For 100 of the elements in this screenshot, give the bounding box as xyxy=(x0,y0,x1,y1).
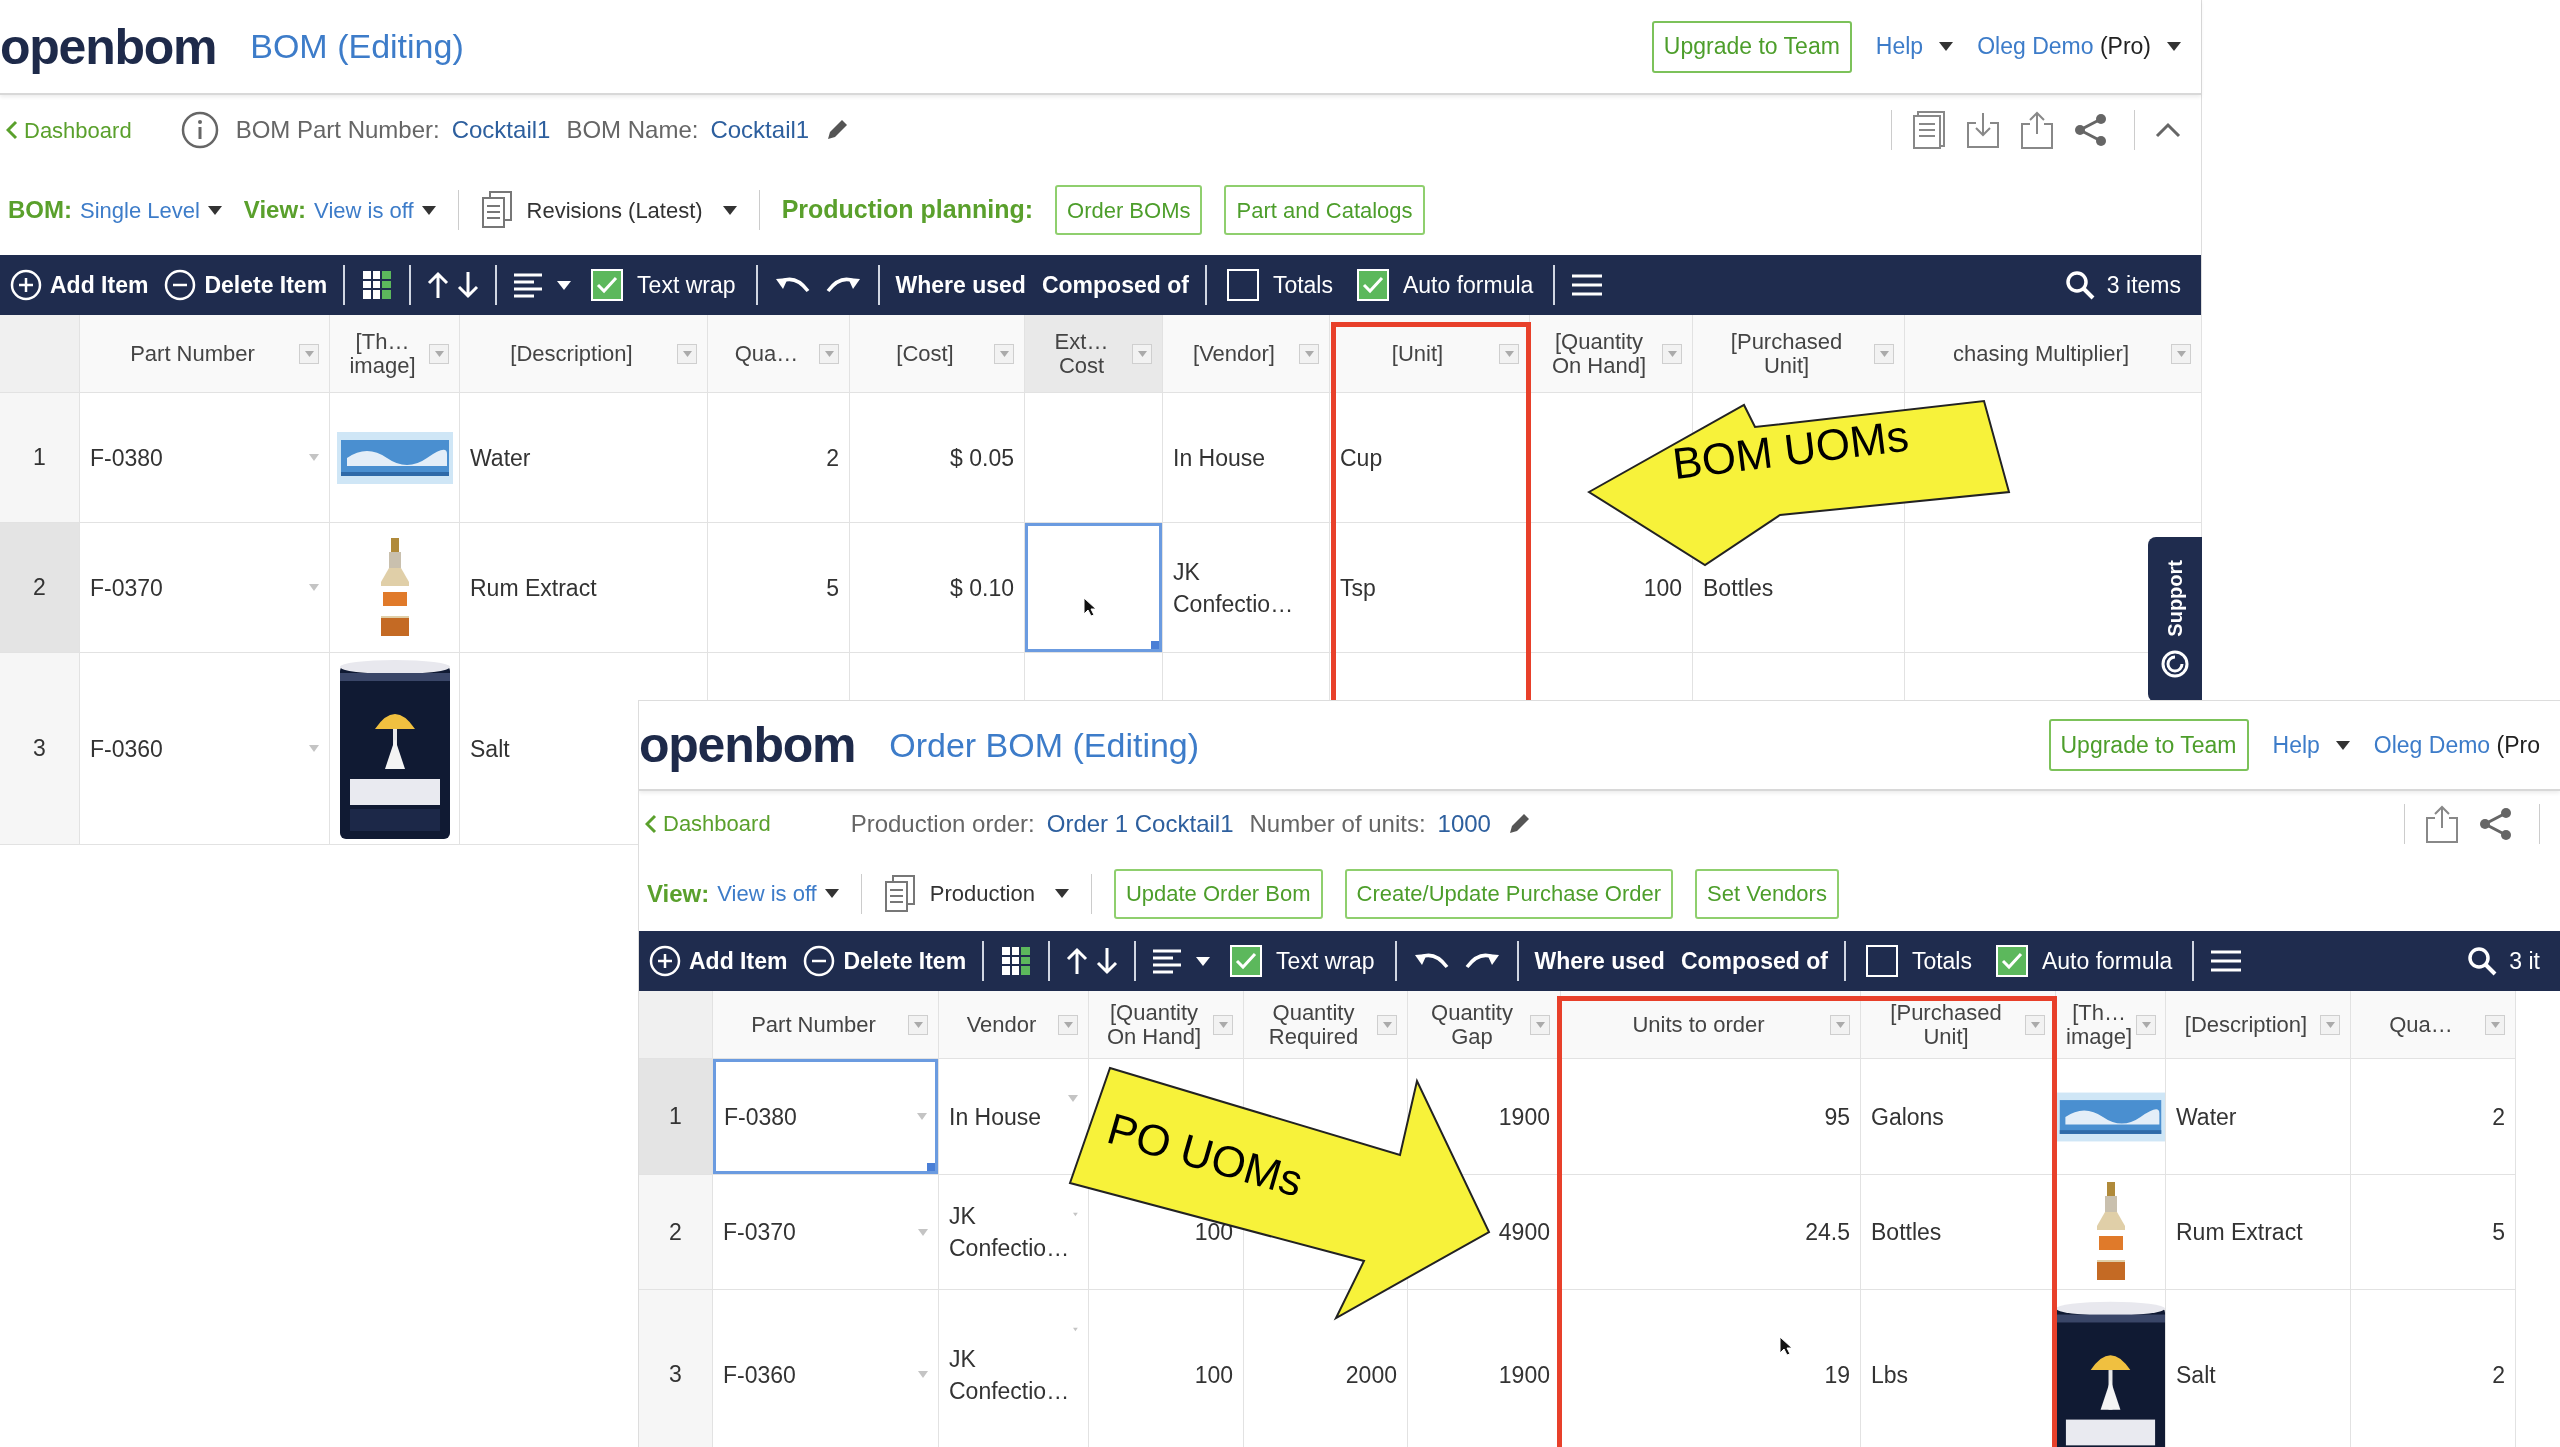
view-select[interactable]: View: View is off xyxy=(647,875,839,912)
pencil-icon[interactable] xyxy=(825,118,850,142)
row-number[interactable]: 3 xyxy=(639,1290,713,1447)
dropdown-icon[interactable] xyxy=(1068,1095,1078,1102)
row-number[interactable]: 2 xyxy=(0,523,80,653)
redo-icon[interactable] xyxy=(825,275,862,295)
share-icon[interactable] xyxy=(2074,113,2108,147)
caret-icon xyxy=(557,280,572,290)
view-select[interactable]: View: View is off xyxy=(243,192,436,228)
row-number[interactable]: 3 xyxy=(0,653,80,845)
caret-icon xyxy=(2335,740,2350,750)
filter-icon[interactable] xyxy=(2171,343,2191,364)
dropdown-icon[interactable] xyxy=(918,1371,928,1378)
checkbox[interactable] xyxy=(1356,269,1389,301)
user-menu[interactable]: Oleg Demo (Pro) xyxy=(1977,29,2151,64)
filter-icon[interactable] xyxy=(299,343,319,364)
toolbar-button[interactable]: Where used xyxy=(895,267,1026,303)
download-icon[interactable] xyxy=(1966,111,2000,149)
add-item-button[interactable]: Add Item xyxy=(649,943,788,979)
filter-icon[interactable] xyxy=(2485,1014,2505,1035)
filter-icon[interactable] xyxy=(1213,1014,1233,1035)
logo[interactable]: openbom xyxy=(639,720,856,770)
row-number[interactable]: 1 xyxy=(639,1059,713,1175)
filter-icon[interactable] xyxy=(1377,1014,1397,1035)
help-menu[interactable]: Help xyxy=(1875,29,1954,64)
filter-icon[interactable] xyxy=(819,343,839,364)
arrow-down-icon[interactable] xyxy=(1096,947,1119,975)
arrow-up-icon[interactable] xyxy=(1066,947,1089,975)
filter-icon[interactable] xyxy=(1530,1014,1550,1035)
search-icon[interactable] xyxy=(2467,946,2498,976)
table-cell-text: 5 xyxy=(2491,1218,2505,1247)
checkbox[interactable] xyxy=(1230,945,1263,977)
fill-handle[interactable] xyxy=(927,1163,935,1171)
share-icon[interactable] xyxy=(2479,806,2513,841)
filter-icon[interactable] xyxy=(2025,1014,2045,1035)
dropdown-icon[interactable] xyxy=(918,1228,928,1236)
delete-item-button[interactable]: Delete Item xyxy=(164,267,328,303)
filter-icon[interactable] xyxy=(2320,1014,2340,1035)
arrow-up-icon[interactable] xyxy=(427,271,450,299)
filter-icon[interactable] xyxy=(1662,343,1682,364)
chevron-up-icon[interactable] xyxy=(2155,122,2181,138)
filter-icon[interactable] xyxy=(1874,343,1894,364)
dropdown-icon[interactable] xyxy=(1073,1211,1078,1218)
dropdown-icon[interactable] xyxy=(917,1113,927,1120)
upload-icon[interactable] xyxy=(2425,803,2459,844)
table-icon[interactable] xyxy=(1000,945,1033,977)
dropdown-icon[interactable] xyxy=(1073,1326,1078,1333)
user-menu[interactable]: Oleg Demo (Pro xyxy=(2373,727,2540,763)
table-cell-text: 1900 xyxy=(1497,1102,1550,1132)
filter-icon[interactable] xyxy=(677,343,697,364)
view-select[interactable]: BOM: Single Level xyxy=(8,192,222,228)
menu-icon[interactable] xyxy=(2210,949,2243,973)
checkbox[interactable] xyxy=(1865,945,1898,977)
delete-item-button[interactable]: Delete Item xyxy=(803,943,967,979)
filter-icon[interactable] xyxy=(1132,343,1152,364)
field-label: Number of units: xyxy=(1249,808,1426,839)
filter-icon[interactable] xyxy=(1299,343,1319,364)
align-menu[interactable] xyxy=(513,272,572,298)
align-menu[interactable] xyxy=(1152,948,1211,974)
toolbar-button[interactable]: Composed of xyxy=(1041,267,1189,303)
toolbar-button[interactable]: Where used xyxy=(1534,943,1665,979)
table-cell-text: In House xyxy=(1173,443,1267,473)
selected-cell[interactable]: F-0380 xyxy=(713,1059,938,1174)
filter-icon[interactable] xyxy=(1499,343,1519,364)
arrow-down-icon[interactable] xyxy=(457,271,480,299)
field-label: Production order: xyxy=(850,808,1035,839)
toolbar-button[interactable]: Composed of xyxy=(1680,943,1828,979)
revision-select[interactable]: Production xyxy=(929,877,1069,910)
info-icon[interactable] xyxy=(179,110,220,150)
document-icon[interactable] xyxy=(1912,110,1946,150)
fill-handle[interactable] xyxy=(1151,641,1159,649)
checkbox[interactable] xyxy=(1995,945,2028,977)
support-tab[interactable]: Support xyxy=(2148,537,2202,702)
menu-icon[interactable] xyxy=(1571,273,1604,297)
add-item-button[interactable]: Add Item xyxy=(10,267,149,303)
table-icon[interactable] xyxy=(361,269,394,301)
dropdown-icon[interactable] xyxy=(309,584,319,591)
filter-icon[interactable] xyxy=(1058,1014,1078,1035)
filter-icon[interactable] xyxy=(994,343,1014,364)
filter-icon[interactable] xyxy=(2136,1014,2157,1035)
revision-select[interactable]: Revisions (Latest) xyxy=(526,193,737,227)
documents-icon xyxy=(883,874,916,913)
search-icon[interactable] xyxy=(2064,270,2095,300)
selected-cell[interactable] xyxy=(1025,523,1162,652)
table-cell-text: Rum Extract xyxy=(2176,1218,2304,1247)
dropdown-icon[interactable] xyxy=(309,454,319,461)
checkbox[interactable] xyxy=(591,269,624,301)
dropdown-icon[interactable] xyxy=(309,745,319,752)
undo-icon[interactable] xyxy=(773,275,810,295)
help-menu[interactable]: Help xyxy=(2272,727,2350,763)
filter-icon[interactable] xyxy=(908,1014,928,1035)
row-number[interactable]: 1 xyxy=(0,393,80,523)
filter-icon[interactable] xyxy=(1830,1014,1850,1035)
filter-icon[interactable] xyxy=(429,343,449,364)
upload-icon[interactable] xyxy=(2020,110,2054,150)
row-number[interactable]: 2 xyxy=(639,1175,713,1290)
logo[interactable]: openbom xyxy=(0,21,217,72)
checkbox[interactable] xyxy=(1226,269,1259,301)
redo-icon[interactable] xyxy=(1464,951,1501,971)
undo-icon[interactable] xyxy=(1412,951,1449,971)
